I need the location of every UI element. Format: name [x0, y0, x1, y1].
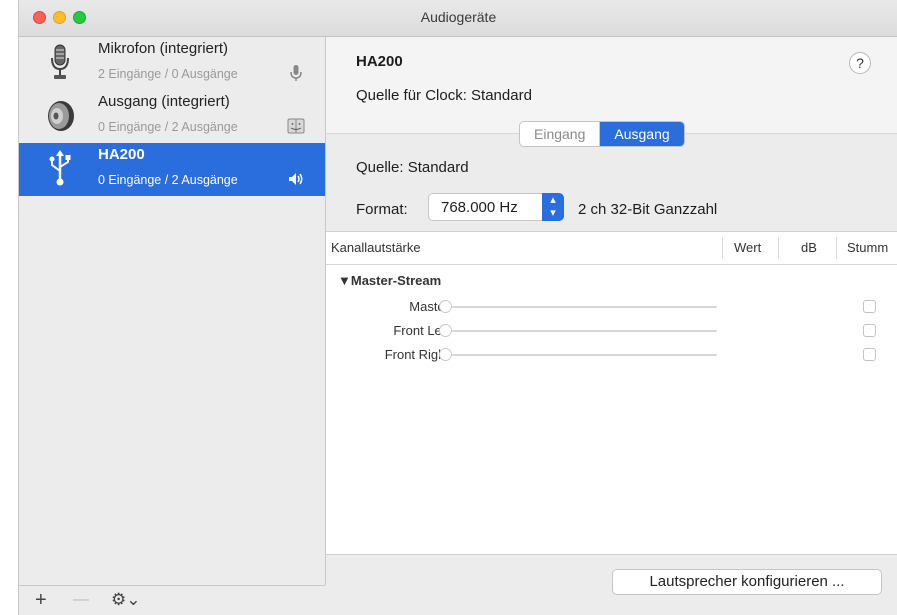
volume-slider-track[interactable] [452, 354, 717, 356]
chevron-updown-icon: ▴ ▾ [542, 193, 564, 221]
configure-speakers-button[interactable]: Lautsprecher konfigurieren ... [612, 569, 882, 595]
detail-footer: Lautsprecher konfigurieren ... [326, 554, 897, 615]
audio-devices-window: Audiogeräte Mikrofon (integriert) 2 Eing… [18, 0, 897, 615]
table-row: Front Right [326, 345, 897, 369]
source-value: Standard [407, 159, 469, 176]
microphone-icon [51, 44, 69, 79]
column-divider [778, 237, 779, 259]
sidebar-toolbar: + — ⚙︎⌄ [19, 585, 325, 615]
device-io: 0 Eingänge / 2 Ausgänge [98, 120, 238, 134]
table-row: Front Left [326, 321, 897, 345]
source-label: Quelle: [356, 159, 404, 176]
table-row: Master [326, 297, 897, 321]
help-button[interactable]: ? [849, 52, 871, 74]
device-item-mikrofon[interactable]: Mikrofon (integriert) 2 Eingänge / 0 Aus… [19, 37, 325, 90]
source-row: Quelle: Standard [356, 159, 469, 176]
device-detail-pane: HA200 Quelle für Clock: Standard ? Einga… [326, 37, 897, 615]
column-divider [722, 237, 723, 259]
volume-slider-knob[interactable] [439, 324, 452, 337]
tab-ausgang[interactable]: Ausgang [600, 122, 684, 146]
master-stream-group[interactable]: ▼Master-Stream [338, 273, 441, 288]
clock-label: Quelle für Clock: [356, 87, 467, 104]
column-kanallautstaerke[interactable]: Kanallautstärke [331, 240, 421, 255]
column-wert[interactable]: Wert [734, 240, 761, 255]
column-divider [836, 237, 837, 259]
column-stumm[interactable]: Stumm [847, 240, 888, 255]
device-name: HA200 [98, 146, 145, 163]
title-bar: Audiogeräte [19, 0, 897, 37]
device-item-ausgang[interactable]: Ausgang (integriert) 0 Eingänge / 2 Ausg… [19, 90, 325, 143]
tab-eingang[interactable]: Eingang [520, 122, 601, 146]
window-title: Audiogeräte [420, 9, 497, 25]
device-sidebar: Mikrofon (integriert) 2 Eingänge / 0 Aus… [19, 37, 326, 615]
volume-slider-track[interactable] [452, 330, 717, 332]
remove-device-button[interactable]: — [73, 590, 89, 610]
mic-small-icon [290, 65, 302, 81]
finder-icon [287, 118, 305, 134]
table-header: Kanallautstärke Wert dB Stumm [326, 232, 897, 265]
format-label: Format: [356, 201, 408, 218]
mute-checkbox[interactable] [863, 300, 876, 313]
io-segmented-control: Eingang Ausgang [519, 121, 685, 147]
volume-slider-track[interactable] [452, 306, 717, 308]
volume-slider-knob[interactable] [439, 348, 452, 361]
mute-checkbox[interactable] [863, 348, 876, 361]
device-name: Ausgang (integriert) [98, 93, 230, 110]
add-device-button[interactable]: + [35, 590, 47, 610]
format-description: 2 ch 32-Bit Ganzzahl [578, 201, 718, 218]
clock-value: Standard [471, 87, 532, 104]
device-title: HA200 [356, 53, 403, 70]
format-popup[interactable]: 768.000 Hz ▴ ▾ [428, 193, 564, 221]
speaker-icon [48, 101, 74, 131]
device-header: HA200 Quelle für Clock: Standard ? [326, 37, 897, 134]
usb-icon [49, 150, 71, 186]
volume-slider-knob[interactable] [439, 300, 452, 313]
clock-source: Quelle für Clock: Standard [356, 87, 532, 104]
device-io: 2 Eingänge / 0 Ausgänge [98, 67, 238, 81]
mute-checkbox[interactable] [863, 324, 876, 337]
volume-icon [289, 173, 303, 185]
device-item-ha200[interactable]: HA200 0 Eingänge / 2 Ausgänge [19, 143, 325, 196]
gear-menu-button[interactable]: ⚙︎⌄ [111, 590, 140, 610]
format-value: 768.000 Hz [441, 199, 518, 216]
device-name: Mikrofon (integriert) [98, 40, 229, 57]
channel-volume-table: Kanallautstärke Wert dB Stumm ▼Master-St… [326, 231, 897, 555]
column-db[interactable]: dB [801, 240, 817, 255]
device-io: 0 Eingänge / 2 Ausgänge [98, 173, 238, 187]
